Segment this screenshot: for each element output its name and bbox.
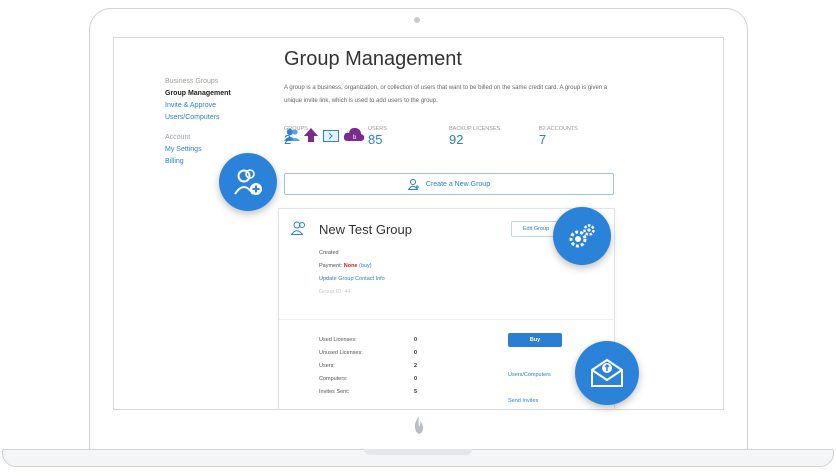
webcam: [414, 17, 420, 23]
payment-line: Payment: None (buy): [319, 260, 385, 273]
payment-prefix: Payment:: [319, 263, 344, 269]
row-value: 0: [414, 337, 418, 343]
stat-groups: GROUPS 2: [284, 126, 308, 147]
group-meta: Created Payment: None (buy) Update Group…: [319, 247, 385, 299]
create-group-button[interactable]: Create a New Group: [284, 173, 614, 195]
stat-users: USERS 85: [368, 126, 387, 147]
laptop-mockup: Business Groups Group Management Invite …: [0, 0, 836, 476]
stat-groups-value: 2: [284, 132, 292, 147]
stat-users-value: 85: [368, 132, 383, 147]
laptop-notch: [364, 449, 472, 455]
card-divider: [279, 319, 614, 320]
table-row: Computers: 0: [319, 376, 599, 389]
row-label: Unused Licenses:: [319, 350, 363, 356]
sidebar-item-invite-approve[interactable]: Invite & Approve: [165, 102, 255, 109]
stat-backup-licenses: BACKUP LICENSES 92: [449, 126, 500, 147]
license-card-icon: [322, 130, 339, 142]
row-label: Used Licenses:: [319, 337, 357, 343]
flame-logo-icon: [414, 416, 423, 434]
table-row: Users: 2: [319, 363, 599, 376]
row-value: 5: [414, 389, 418, 395]
table-row: Invites Sent: 5: [319, 389, 599, 402]
create-group-label: Create a New Group: [425, 180, 491, 188]
users-computers-link[interactable]: Users/Computers: [508, 372, 551, 378]
row-value: 0: [414, 350, 418, 356]
add-user-bubble: [219, 153, 277, 211]
row-value: 2: [414, 363, 418, 369]
sidebar-section-account: Account: [165, 134, 191, 141]
invite-bubble: [575, 341, 639, 405]
sidebar-item-group-management[interactable]: Group Management: [165, 90, 255, 97]
row-label: Invites Sent:: [319, 389, 350, 395]
stat-b2-accounts: B2 ACCOUNTS 7: [539, 126, 578, 147]
stat-b2-value: 7: [539, 132, 547, 147]
payment-buy-link[interactable]: (buy): [359, 263, 372, 269]
table-row: Unused Licenses: 0: [319, 350, 599, 363]
row-label: Users:: [319, 363, 335, 369]
created-label: Created: [319, 250, 339, 256]
page-title: Group Management: [284, 48, 462, 70]
group-icon: [291, 221, 305, 235]
update-contact-link[interactable]: Update Group Contact Info: [319, 276, 385, 282]
group-name: New Test Group: [319, 222, 412, 237]
page-description: A group is a business, organization, or …: [284, 85, 608, 104]
sidebar-section-business: Business Groups: [165, 78, 219, 85]
send-invites-link[interactable]: Send Invites: [508, 398, 538, 404]
sidebar-item-my-settings[interactable]: My Settings: [165, 146, 255, 153]
gears-icon: [569, 224, 595, 248]
b2-cloud-icon: b: [344, 127, 365, 141]
stat-backup-value: 92: [449, 132, 464, 147]
stats-bar: GROUPS 2 USERS 85 BACKUP LICENSES 92 B2 …: [284, 126, 614, 156]
envelope-icon: [591, 358, 623, 387]
group-id-text: Group ID: 44: [319, 289, 351, 295]
add-group-icon: [407, 178, 419, 190]
add-user-icon: [234, 169, 262, 195]
buy-button[interactable]: Buy: [508, 333, 562, 347]
settings-bubble: [553, 207, 611, 265]
payment-status: None: [343, 263, 358, 269]
row-label: Computers:: [319, 376, 348, 382]
sidebar-item-users-computers[interactable]: Users/Computers: [165, 114, 255, 121]
row-value: 0: [414, 376, 418, 382]
